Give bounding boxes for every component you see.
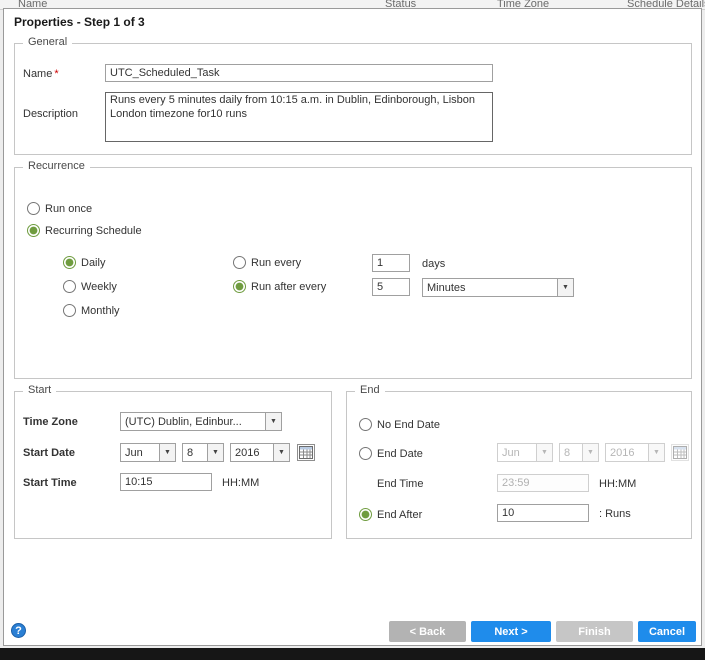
recurrence-group: Recurrence Run once Recurring Schedule D… (14, 167, 692, 379)
run-every-days-input[interactable] (372, 254, 410, 272)
end-calendar-button (671, 444, 689, 461)
run-every-radio[interactable]: Run every (233, 256, 301, 269)
properties-dialog: Properties - Step 1 of 3 General Name* D… (3, 8, 702, 646)
run-once-radio-input[interactable] (27, 202, 40, 215)
start-year-value: 2016 (231, 447, 273, 459)
run-after-every-radio[interactable]: Run after every (233, 280, 326, 293)
end-time-input (497, 474, 589, 492)
monthly-radio-input[interactable] (63, 304, 76, 317)
start-time-input[interactable] (120, 473, 212, 491)
end-date-radio[interactable]: End Date (359, 447, 423, 460)
start-legend: Start (23, 384, 56, 396)
weekly-label: Weekly (81, 281, 117, 293)
start-day-dropdown[interactable]: 8 ▼ (182, 443, 224, 462)
start-time-format-label: HH:MM (222, 477, 259, 489)
general-group: General Name* Description Runs every 5 m… (14, 43, 692, 155)
daily-label: Daily (81, 257, 105, 269)
start-time-label: Start Time (23, 477, 77, 489)
chevron-down-icon: ▼ (265, 413, 281, 430)
chevron-down-icon: ▼ (536, 444, 552, 461)
interval-unit-value: Minutes (423, 282, 557, 294)
weekly-radio[interactable]: Weekly (63, 280, 117, 293)
cancel-button[interactable]: Cancel (638, 621, 696, 642)
time-zone-value: (UTC) Dublin, Edinbur... (121, 416, 265, 428)
no-end-date-label: No End Date (377, 419, 440, 431)
required-marker: * (54, 68, 58, 80)
monthly-label: Monthly (81, 305, 120, 317)
end-after-radio[interactable]: End After (359, 508, 422, 521)
run-after-every-radio-input[interactable] (233, 280, 246, 293)
end-day-dropdown: 8 ▼ (559, 443, 599, 462)
start-month-dropdown[interactable]: Jun ▼ (120, 443, 176, 462)
end-day-value: 8 (560, 447, 582, 459)
end-time-label: End Time (377, 478, 423, 490)
help-icon[interactable]: ? (11, 623, 26, 638)
end-legend: End (355, 384, 385, 396)
monthly-radio[interactable]: Monthly (63, 304, 120, 317)
end-after-label: End After (377, 509, 422, 521)
recurring-schedule-label: Recurring Schedule (45, 225, 142, 237)
run-once-radio[interactable]: Run once (27, 202, 92, 215)
start-month-value: Jun (121, 447, 159, 459)
interval-unit-dropdown[interactable]: Minutes ▼ (422, 278, 574, 297)
start-date-label: Start Date (23, 447, 75, 459)
name-input[interactable] (105, 64, 493, 82)
dialog-title: Properties - Step 1 of 3 (14, 15, 145, 29)
time-zone-label: Time Zone (23, 416, 78, 428)
recurrence-legend: Recurrence (23, 160, 90, 172)
end-year-value: 2016 (606, 447, 648, 459)
chevron-down-icon: ▼ (159, 444, 175, 461)
weekly-radio-input[interactable] (63, 280, 76, 293)
end-year-dropdown: 2016 ▼ (605, 443, 665, 462)
end-group: End No End Date End Date Jun ▼ 8 ▼ 2016 … (346, 391, 692, 539)
run-after-every-label: Run after every (251, 281, 326, 293)
chevron-down-icon: ▼ (273, 444, 289, 461)
days-unit-label: days (422, 258, 445, 270)
run-once-label: Run once (45, 203, 92, 215)
end-month-dropdown: Jun ▼ (497, 443, 553, 462)
general-legend: General (23, 36, 72, 48)
run-after-value-input[interactable] (372, 278, 410, 296)
end-after-runs-input[interactable] (497, 504, 589, 522)
description-label: Description (23, 108, 78, 120)
name-label-text: Name (23, 68, 52, 80)
chevron-down-icon: ▼ (557, 279, 573, 296)
name-label: Name* (23, 68, 59, 80)
back-button[interactable]: < Back (389, 621, 466, 642)
no-end-date-radio[interactable]: No End Date (359, 418, 440, 431)
daily-radio[interactable]: Daily (63, 256, 105, 269)
daily-radio-input[interactable] (63, 256, 76, 269)
finish-button: Finish (556, 621, 633, 642)
no-end-date-radio-input[interactable] (359, 418, 372, 431)
run-every-radio-input[interactable] (233, 256, 246, 269)
next-button[interactable]: Next > (471, 621, 551, 642)
start-calendar-button[interactable] (297, 444, 315, 461)
recurring-schedule-radio[interactable]: Recurring Schedule (27, 224, 142, 237)
start-year-dropdown[interactable]: 2016 ▼ (230, 443, 290, 462)
start-day-value: 8 (183, 447, 207, 459)
time-zone-dropdown[interactable]: (UTC) Dublin, Edinbur... ▼ (120, 412, 282, 431)
bottom-bar (0, 648, 705, 660)
calendar-icon (673, 446, 687, 459)
end-date-radio-input[interactable] (359, 447, 372, 460)
start-group: Start Time Zone (UTC) Dublin, Edinbur...… (14, 391, 332, 539)
runs-unit-label: : Runs (599, 508, 631, 520)
chevron-down-icon: ▼ (582, 444, 598, 461)
calendar-icon (299, 446, 313, 459)
end-after-radio-input[interactable] (359, 508, 372, 521)
run-every-label: Run every (251, 257, 301, 269)
recurring-schedule-radio-input[interactable] (27, 224, 40, 237)
end-month-value: Jun (498, 447, 536, 459)
end-date-label: End Date (377, 448, 423, 460)
chevron-down-icon: ▼ (648, 444, 664, 461)
end-time-format-label: HH:MM (599, 478, 636, 490)
description-textarea[interactable]: Runs every 5 minutes daily from 10:15 a.… (105, 92, 493, 142)
chevron-down-icon: ▼ (207, 444, 223, 461)
